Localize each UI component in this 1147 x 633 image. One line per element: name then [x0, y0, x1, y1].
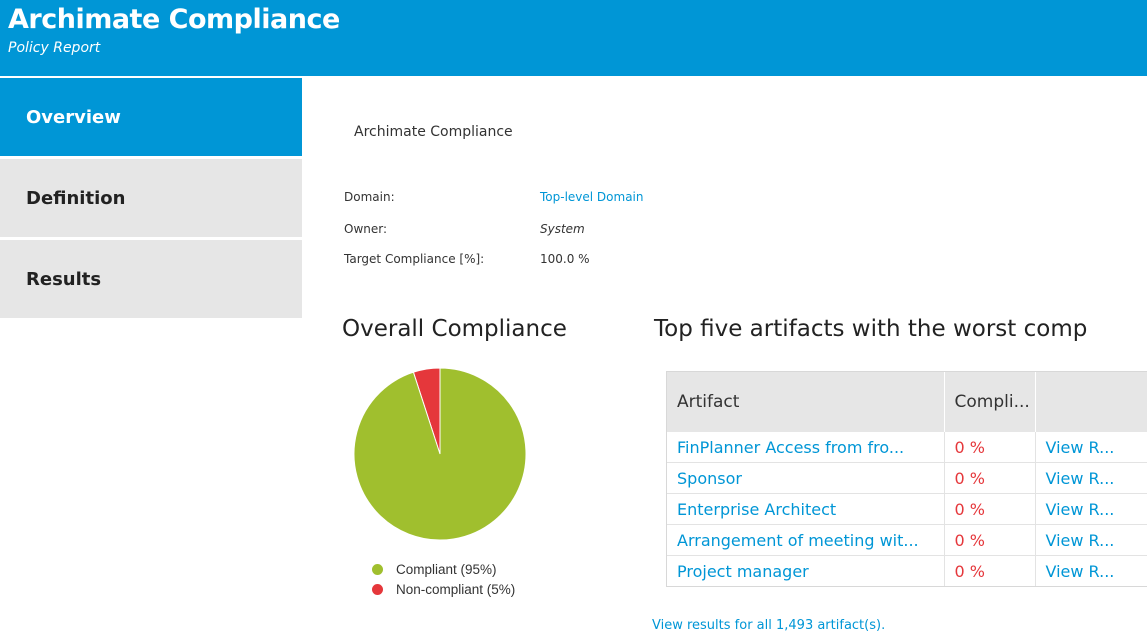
view-results-link[interactable]: View R...	[1035, 432, 1147, 463]
target-compliance-value: 100.0 %	[540, 252, 590, 266]
compliance-pie-chart	[352, 366, 528, 542]
header-bar: Archimate Compliance Policy Report	[0, 0, 1147, 76]
legend-item-noncompliant: Non-compliant (5%)	[372, 579, 515, 599]
artifact-link[interactable]: Project manager	[667, 555, 945, 586]
sidebar-item-definition[interactable]: Definition	[0, 159, 302, 237]
policy-name: Archimate Compliance	[354, 124, 513, 140]
property-label: Target Compliance [%]:	[344, 252, 485, 266]
policy-report-page: Archimate Compliance Policy Report Overv…	[0, 0, 1147, 633]
property-label: Owner:	[344, 222, 388, 236]
legend-label: Non-compliant (5%)	[396, 581, 516, 597]
artifact-link[interactable]: Sponsor	[667, 462, 945, 494]
owner-value: System	[540, 222, 585, 236]
table-row: FinPlanner Access from fro... 0 % View R…	[667, 432, 1147, 463]
column-header-artifact[interactable]: Artifact	[667, 372, 945, 432]
compliance-value: 0 %	[944, 462, 1036, 494]
worst-artifacts-table: Artifact Compli... FinPlanner Access fro…	[666, 371, 1147, 587]
legend-swatch	[372, 563, 383, 575]
sidebar-item-overview[interactable]: Overview	[0, 78, 302, 156]
property-target-compliance: Target Compliance [%]: 100.0 %	[344, 252, 590, 266]
column-header-compliance[interactable]: Compli...	[944, 372, 1036, 432]
chart-legend: Compliant (95%) Non-compliant (5%)	[372, 559, 515, 599]
main-content: Archimate Compliance Domain: Top-level Do…	[302, 76, 1147, 633]
view-all-results-link[interactable]: View results for all 1,493 artifact(s).	[652, 618, 885, 633]
page-subtitle: Policy Report	[8, 40, 101, 56]
property-label: Domain:	[344, 190, 395, 204]
table-row: Sponsor 0 % View R...	[667, 462, 1147, 494]
view-results-link[interactable]: View R...	[1035, 524, 1147, 556]
artifact-link[interactable]: Enterprise Architect	[667, 493, 945, 525]
table-row: Project manager 0 % View R...	[667, 555, 1147, 586]
artifact-link[interactable]: FinPlanner Access from fro...	[667, 432, 945, 463]
table-header-row: Artifact Compli...	[667, 372, 1147, 432]
column-header-actions	[1035, 372, 1147, 432]
view-results-link[interactable]: View R...	[1035, 555, 1147, 586]
worst-artifacts-title: Top five artifacts with the worst comp	[654, 316, 1088, 342]
page-title: Archimate Compliance	[8, 4, 340, 35]
view-results-link[interactable]: View R...	[1035, 493, 1147, 525]
legend-swatch	[372, 583, 383, 595]
domain-link[interactable]: Top-level Domain	[540, 190, 644, 204]
legend-item-compliant: Compliant (95%)	[372, 559, 515, 579]
sidebar-nav: Overview Definition Results	[0, 78, 302, 321]
artifact-link[interactable]: Arrangement of meeting wit...	[667, 524, 945, 556]
compliance-value: 0 %	[944, 524, 1036, 556]
view-results-link[interactable]: View R...	[1035, 462, 1147, 494]
legend-label: Compliant (95%)	[396, 561, 497, 577]
table-row: Enterprise Architect 0 % View R...	[667, 493, 1147, 525]
sidebar-item-label: Results	[26, 268, 102, 290]
property-domain: Domain: Top-level Domain	[344, 190, 644, 204]
compliance-value: 0 %	[944, 493, 1036, 525]
table-row: Arrangement of meeting wit... 0 % View R…	[667, 524, 1147, 556]
pie-svg	[353, 367, 527, 541]
pie-slice-compliant	[353, 367, 527, 541]
property-owner: Owner: System	[344, 222, 585, 236]
overall-compliance-title: Overall Compliance	[342, 316, 567, 342]
sidebar-item-label: Overview	[26, 106, 121, 128]
compliance-value: 0 %	[944, 555, 1036, 586]
sidebar-item-label: Definition	[26, 187, 126, 209]
sidebar-item-results[interactable]: Results	[0, 240, 302, 318]
compliance-value: 0 %	[944, 432, 1036, 463]
